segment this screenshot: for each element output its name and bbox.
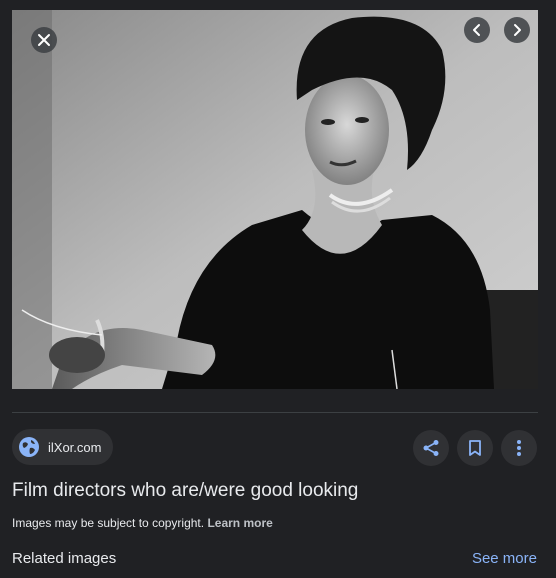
copyright-text: Images may be subject to copyright. [12,516,205,530]
save-button[interactable] [457,430,493,466]
source-site-label: ilXor.com [48,439,102,455]
image-title[interactable]: Film directors who are/were good looking [12,480,358,502]
share-icon [423,440,439,456]
next-image-button[interactable] [504,17,530,43]
close-icon [38,34,50,46]
more-vert-icon [517,440,521,456]
chevron-right-icon [514,24,521,36]
copyright-notice: Images may be subject to copyright. Lear… [12,516,273,530]
more-options-button[interactable] [501,430,537,466]
related-images-heading: Related images [12,550,117,567]
previous-image-button[interactable] [464,17,490,43]
chevron-left-icon [473,24,480,36]
source-site-chip[interactable]: ilXor.com [12,429,114,465]
close-button[interactable] [31,27,57,53]
bookmark-icon [469,440,481,456]
see-more-link[interactable]: See more [472,550,537,567]
image-viewer-panel: ilXor.com Film directors who are/were go… [0,0,556,578]
share-button[interactable] [413,430,449,466]
preview-image[interactable] [12,10,538,389]
portrait-photo [12,10,538,389]
globe-icon [18,436,40,458]
divider [12,412,538,413]
learn-more-link[interactable]: Learn more [207,516,272,530]
